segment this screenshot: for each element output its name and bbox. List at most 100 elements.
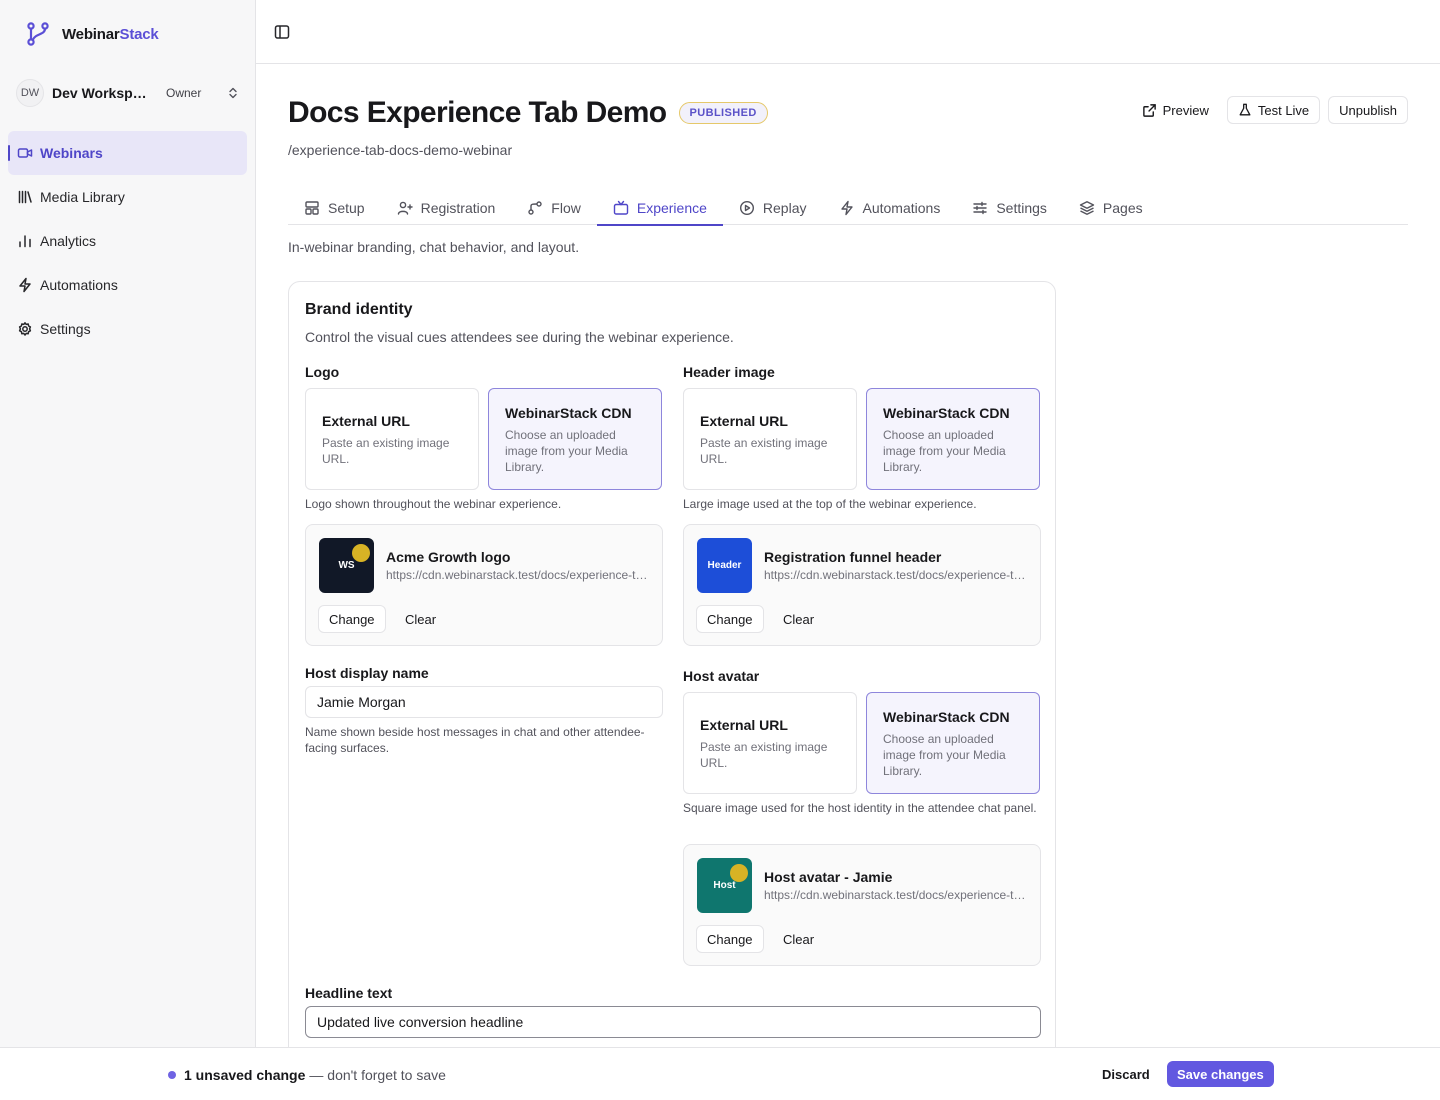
page-title: Docs Experience Tab Demo	[288, 96, 667, 129]
header-change-button[interactable]: Change	[696, 605, 764, 633]
tab-replay[interactable]: Replay	[723, 190, 823, 225]
play-circle-icon	[739, 200, 755, 216]
sidebar-item-webinars[interactable]: Webinars	[8, 131, 247, 175]
host-display-name-help: Name shown beside host messages in chat …	[305, 725, 645, 755]
headline-label: Headline text	[305, 985, 393, 1001]
card-title: Brand identity	[305, 301, 413, 318]
sidebar-nav: Webinars Media Library Analytics Automat…	[8, 131, 247, 351]
media-name: Acme Growth logo	[386, 549, 511, 565]
logo-thumbnail: WS	[319, 538, 374, 593]
workspace-switcher[interactable]: DW Dev Workspace Owner	[16, 78, 244, 108]
sidebar-item-settings[interactable]: Settings	[8, 307, 247, 351]
logo-media-card: WS Acme Growth logo https://cdn.webinars…	[305, 524, 663, 646]
header-source-external-url[interactable]: External URL Paste an existing image URL…	[683, 388, 857, 490]
unpublish-button[interactable]: Unpublish	[1328, 96, 1408, 124]
chevrons-up-down-icon	[226, 86, 240, 100]
save-changes-button[interactable]: Save changes	[1167, 1061, 1274, 1087]
panel-left-icon	[274, 24, 290, 40]
status-dot	[168, 1071, 176, 1079]
workspace-name: Dev Workspace	[52, 85, 152, 101]
header-source-cdn[interactable]: WebinarStack CDN Choose an uploaded imag…	[866, 388, 1040, 490]
unsaved-hint: — don't forget to save	[309, 1067, 446, 1083]
preview-button[interactable]: Preview	[1132, 96, 1219, 124]
tab-bar: Setup Registration Flow Experience Repla…	[288, 190, 1408, 226]
host-display-name-label: Host display name	[305, 665, 429, 681]
tab-pages[interactable]: Pages	[1063, 190, 1159, 225]
brand-identity-card: Brand identity Control the visual cues a…	[288, 281, 1056, 1081]
sidebar-item-label: Automations	[40, 277, 118, 293]
sliders-icon	[972, 200, 988, 216]
avatar-media-card: Host Host avatar - Jamie https://cdn.web…	[683, 844, 1041, 966]
sidebar-item-label: Settings	[40, 321, 91, 337]
sidebar: WebinarStack DW Dev Workspace Owner Webi…	[0, 0, 256, 1100]
media-name: Registration funnel header	[764, 549, 942, 565]
tab-description: In-webinar branding, chat behavior, and …	[288, 239, 580, 255]
media-url: https://cdn.webinarstack.test/docs/exper…	[764, 888, 1026, 902]
webinar-slug: /experience-tab-docs-demo-webinar	[288, 142, 513, 158]
media-url: https://cdn.webinarstack.test/docs/exper…	[764, 568, 1026, 582]
gear-icon	[17, 321, 33, 337]
video-icon	[17, 145, 33, 161]
logo-clear-button[interactable]: Clear	[395, 605, 446, 633]
sidebar-item-automations[interactable]: Automations	[8, 263, 247, 307]
media-name: Host avatar - Jamie	[764, 869, 893, 885]
chart-icon	[17, 233, 33, 249]
header-clear-button[interactable]: Clear	[773, 605, 824, 633]
header-actions: Preview Test Live Unpublish	[1132, 96, 1408, 124]
discard-button[interactable]: Discard	[1092, 1061, 1160, 1087]
brand[interactable]: WebinarStack	[24, 20, 159, 48]
external-link-icon	[1142, 103, 1157, 118]
sidebar-item-label: Media Library	[40, 189, 125, 205]
sidebar-item-label: Analytics	[40, 233, 97, 249]
status-badge: PUBLISHED	[678, 102, 768, 124]
topbar	[256, 0, 1440, 64]
title-row: Docs Experience Tab Demo PUBLISHED	[288, 96, 768, 130]
brand-name: WebinarStack	[62, 25, 159, 43]
tab-setup[interactable]: Setup	[288, 190, 381, 225]
avatar-source-cdn[interactable]: WebinarStack CDN Choose an uploaded imag…	[866, 692, 1040, 794]
layout-icon	[304, 200, 320, 216]
avatar-clear-button[interactable]: Clear	[773, 925, 824, 953]
logo-source-cdn[interactable]: WebinarStack CDN Choose an uploaded imag…	[488, 388, 662, 490]
tab-settings[interactable]: Settings	[956, 190, 1063, 225]
logo-change-button[interactable]: Change	[318, 605, 386, 633]
tab-registration[interactable]: Registration	[381, 190, 512, 225]
tv-icon	[613, 200, 629, 216]
tab-experience[interactable]: Experience	[596, 190, 723, 226]
header-image-help: Large image used at the top of the webin…	[683, 497, 977, 511]
sidebar-item-label: Webinars	[40, 145, 103, 161]
workspace-avatar: DW	[16, 79, 44, 107]
avatar-change-button[interactable]: Change	[696, 925, 764, 953]
sidebar-item-media-library[interactable]: Media Library	[8, 175, 247, 219]
user-plus-icon	[397, 200, 413, 216]
sidebar-item-analytics[interactable]: Analytics	[8, 219, 247, 263]
host-avatar-help: Square image used for the host identity …	[683, 801, 1037, 815]
unsaved-status: 1 unsaved change — don't forget to save	[168, 1067, 446, 1083]
avatar-source-external-url[interactable]: External URL Paste an existing image URL…	[683, 692, 857, 794]
header-image-label: Header image	[683, 364, 775, 380]
tab-automations[interactable]: Automations	[823, 190, 957, 225]
header-thumbnail: Header	[697, 538, 752, 593]
lightning-icon	[17, 277, 33, 293]
headline-input[interactable]	[305, 1006, 1041, 1038]
header-media-card: Header Registration funnel header https:…	[683, 524, 1041, 646]
flow-icon	[527, 200, 543, 216]
sidebar-toggle-button[interactable]	[272, 22, 292, 42]
unsaved-count: 1 unsaved change	[184, 1067, 306, 1083]
layers-icon	[1079, 200, 1095, 216]
test-live-button[interactable]: Test Live	[1226, 96, 1321, 124]
card-subtitle: Control the visual cues attendees see du…	[305, 329, 734, 345]
media-url: https://cdn.webinarstack.test/docs/exper…	[386, 568, 648, 582]
tab-flow[interactable]: Flow	[511, 190, 597, 225]
unsaved-changes-bar: 1 unsaved change — don't forget to save …	[0, 1047, 1440, 1100]
library-icon	[17, 189, 33, 205]
host-display-name-input[interactable]	[305, 686, 663, 718]
lightning-icon	[839, 200, 855, 216]
flask-icon	[1238, 103, 1252, 117]
logo-label: Logo	[305, 364, 340, 380]
workspace-role: Owner	[166, 86, 202, 100]
logo-help: Logo shown throughout the webinar experi…	[305, 497, 562, 511]
host-avatar-label: Host avatar	[683, 668, 760, 684]
webinarstack-logo-icon	[24, 20, 52, 48]
logo-source-external-url[interactable]: External URL Paste an existing image URL…	[305, 388, 479, 490]
